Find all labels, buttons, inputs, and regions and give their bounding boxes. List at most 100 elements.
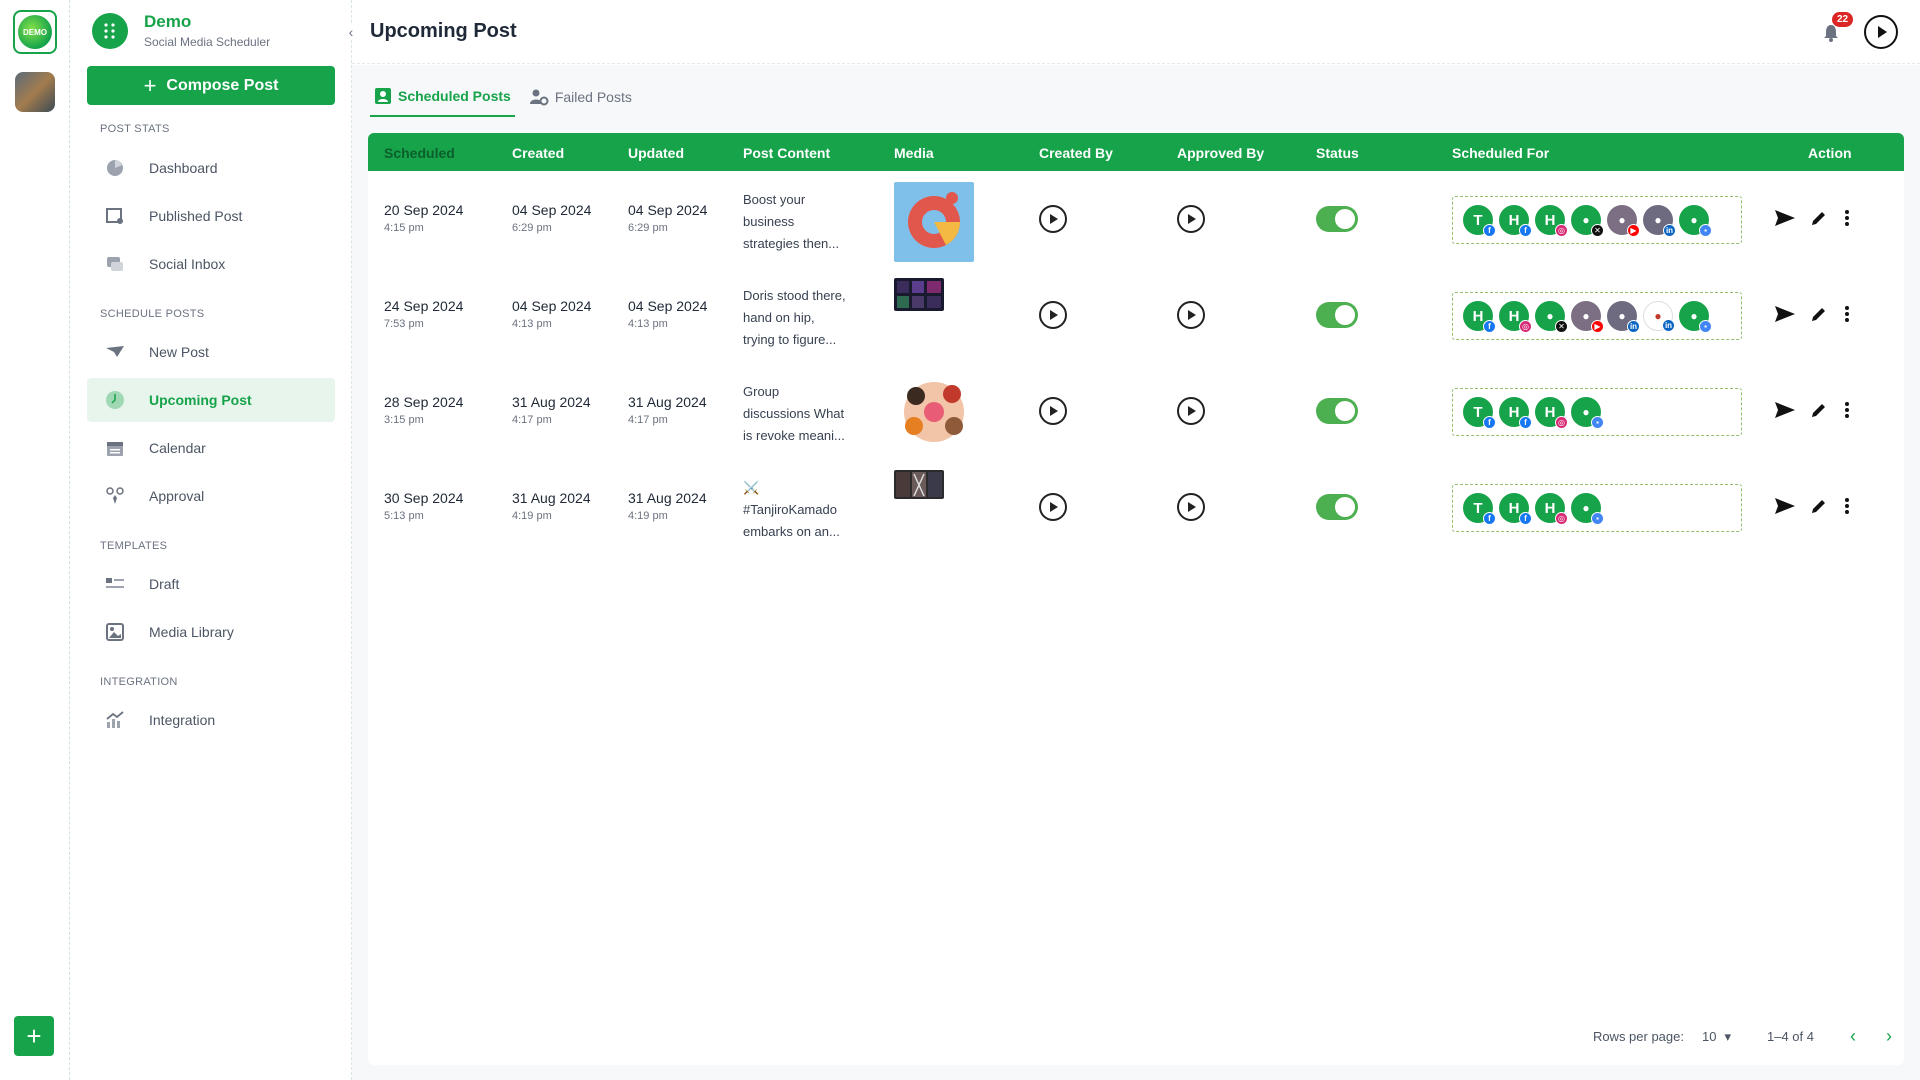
updated-date: 31 Aug 2024 — [628, 394, 707, 410]
created-by-avatar — [1039, 301, 1067, 329]
created-date: 04 Sep 2024 — [512, 202, 592, 218]
youtube-icon: ▶ — [1591, 320, 1604, 333]
status-toggle[interactable] — [1316, 494, 1358, 520]
more-options-icon[interactable] — [1842, 209, 1852, 232]
updated-time: 6:29 pm — [628, 222, 668, 234]
edit-icon[interactable] — [1810, 497, 1828, 520]
more-options-icon[interactable] — [1842, 401, 1852, 424]
tab-label: Scheduled Posts — [398, 88, 511, 104]
send-icon[interactable] — [1774, 401, 1796, 424]
column-post-content: Post Content — [743, 145, 831, 161]
row-actions — [1774, 497, 1852, 520]
sidebar-item-new-post[interactable]: New Post — [87, 330, 335, 374]
top-header: Upcoming Post 22 — [352, 0, 1920, 64]
created-date: 31 Aug 2024 — [512, 394, 591, 410]
gmb-icon: ▪ — [1699, 224, 1712, 237]
sidebar-item-label: Media Library — [149, 624, 234, 640]
approved-by-avatar — [1177, 397, 1205, 425]
post-content[interactable]: Doris stood there, hand on hip, trying to … — [743, 285, 863, 351]
post-content[interactable]: Group discussions What is revoke meani... — [743, 381, 863, 447]
created-time: 6:29 pm — [512, 222, 552, 234]
scheduled-date: 24 Sep 2024 — [384, 298, 464, 314]
status-toggle[interactable] — [1316, 302, 1358, 328]
column-created[interactable]: Created — [512, 145, 564, 161]
sidebar-item-upcoming-post[interactable]: Upcoming Post — [87, 378, 335, 422]
edit-icon[interactable] — [1810, 209, 1828, 232]
media-thumbnail[interactable] — [894, 182, 974, 262]
scheduled-accounts: Tf Hf H ◎ ● ✕ ● ▶ ● in ● ▪ — [1452, 196, 1742, 244]
user-avatar[interactable] — [1864, 15, 1898, 49]
send-icon[interactable] — [1774, 209, 1796, 232]
scheduled-accounts: Hf H ◎ ● ✕ ● ▶ ● in ● in ● ▪ — [1452, 292, 1742, 340]
workspace-rail: DEMO + — [0, 0, 70, 1080]
send-icon[interactable] — [1774, 305, 1796, 328]
sidebar-item-label: Approval — [149, 488, 205, 504]
main-content: Scheduled Posts Failed Posts Scheduled C… — [352, 65, 1920, 1080]
account-avatar: ● ▪ — [1571, 493, 1604, 525]
table-row[interactable]: 30 Sep 2024 5:13 pm 31 Aug 2024 4:19 pm 31… — [368, 459, 1904, 555]
approval-icon — [105, 486, 125, 506]
tabs: Scheduled Posts Failed Posts — [370, 79, 646, 117]
sidebar-item-dashboard[interactable]: Dashboard — [87, 146, 335, 190]
account-avatar: ● ▪ — [1679, 205, 1712, 237]
sidebar-item-draft[interactable]: Draft — [87, 562, 335, 606]
media-thumbnail[interactable] — [894, 470, 944, 499]
sidebar-item-published-post[interactable]: Published Post — [87, 194, 335, 238]
post-content[interactable]: ⚔️ #TanjiroKamado embarks on an... — [743, 477, 863, 543]
send-icon[interactable] — [1774, 497, 1796, 520]
account-avatar: Hf — [1463, 301, 1496, 333]
notification-bell-icon[interactable]: 22 — [1822, 12, 1854, 42]
scheduled-posts-icon — [375, 88, 391, 104]
account-avatar: ● in — [1643, 205, 1676, 237]
rows-per-page-label: Rows per page: — [1592, 1029, 1684, 1044]
tab-scheduled-posts[interactable]: Scheduled Posts — [370, 79, 515, 117]
column-updated[interactable]: Updated — [628, 145, 684, 161]
scheduled-accounts: Tf Hf H ◎ ● ▪ — [1452, 484, 1742, 532]
row-actions — [1774, 401, 1852, 424]
facebook-icon: f — [1519, 512, 1532, 525]
sidebar-item-label: Calendar — [149, 440, 206, 456]
add-workspace-button[interactable]: + — [14, 1016, 54, 1056]
status-toggle[interactable] — [1316, 206, 1358, 232]
sidebar-item-approval[interactable]: Approval — [87, 474, 335, 518]
sidebar-item-integration[interactable]: Integration — [87, 698, 335, 742]
edit-icon[interactable] — [1810, 305, 1828, 328]
next-page-icon[interactable]: › — [1886, 1026, 1892, 1047]
brand-name: Demo — [144, 12, 192, 31]
column-created-by: Created By — [1039, 145, 1113, 161]
updated-date: 04 Sep 2024 — [628, 202, 708, 218]
compose-post-button[interactable]: + Compose Post — [87, 66, 335, 105]
workspace-secondary[interactable] — [15, 72, 55, 112]
more-options-icon[interactable] — [1842, 497, 1852, 520]
instagram-icon: ◎ — [1555, 512, 1568, 525]
sidebar-item-media-library[interactable]: Media Library — [87, 610, 335, 654]
table-row[interactable]: 28 Sep 2024 3:15 pm 31 Aug 2024 4:17 pm 31… — [368, 363, 1904, 459]
prev-page-icon[interactable]: ‹ — [1850, 1026, 1856, 1047]
integration-icon — [105, 710, 125, 730]
table-row[interactable]: 24 Sep 2024 7:53 pm 04 Sep 2024 4:13 pm 04… — [368, 267, 1904, 363]
brand-subtitle: Social Media Scheduler — [144, 35, 271, 49]
section-post-stats: POST STATS — [100, 123, 170, 135]
edit-icon[interactable] — [1810, 401, 1828, 424]
sidebar-item-calendar[interactable]: Calendar — [87, 426, 335, 470]
failed-posts-icon — [529, 89, 549, 106]
status-toggle[interactable] — [1316, 398, 1358, 424]
table-row[interactable]: 20 Sep 2024 4:15 pm 04 Sep 2024 6:29 pm 04… — [368, 171, 1904, 267]
rows-per-page-select[interactable]: 10 ▾ — [1702, 1029, 1731, 1045]
media-icon — [105, 622, 125, 642]
column-action: Action — [1808, 145, 1852, 161]
youtube-icon: ▶ — [1627, 224, 1640, 237]
scheduled-date: 30 Sep 2024 — [384, 490, 464, 506]
sidebar-item-label: Integration — [149, 712, 216, 728]
tab-failed-posts[interactable]: Failed Posts — [525, 79, 636, 117]
media-thumbnail[interactable] — [894, 278, 944, 311]
created-date: 04 Sep 2024 — [512, 298, 592, 314]
workspace-demo[interactable]: DEMO — [13, 10, 57, 54]
sidebar-item-social-inbox[interactable]: Social Inbox — [87, 242, 335, 286]
column-scheduled[interactable]: Scheduled — [384, 145, 455, 161]
linkedin-icon: in — [1627, 320, 1640, 333]
draft-icon — [105, 574, 125, 594]
more-options-icon[interactable] — [1842, 305, 1852, 328]
post-content[interactable]: Boost your business strategies then... — [743, 189, 863, 255]
media-thumbnail[interactable] — [894, 374, 974, 448]
